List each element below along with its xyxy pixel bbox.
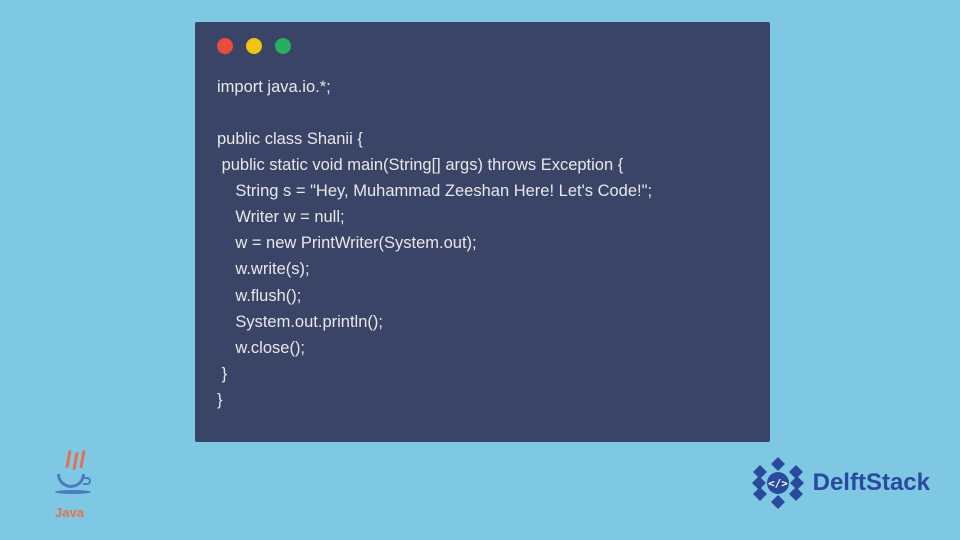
close-dot-icon <box>217 38 233 54</box>
java-cup-icon <box>55 450 95 500</box>
delftstack-logo-text: DelftStack <box>813 469 930 497</box>
java-logo-text: Java <box>55 505 84 520</box>
delftstack-icon: </> <box>749 454 807 512</box>
delftstack-logo: </> DelftStack <box>749 454 930 512</box>
maximize-dot-icon <box>275 38 291 54</box>
svg-text:</>: </> <box>768 477 788 490</box>
minimize-dot-icon <box>246 38 262 54</box>
code-content: import java.io.*; public class Shanii { … <box>195 54 770 433</box>
code-window: import java.io.*; public class Shanii { … <box>195 22 770 442</box>
window-controls <box>195 22 770 54</box>
java-logo: Java <box>55 450 105 520</box>
